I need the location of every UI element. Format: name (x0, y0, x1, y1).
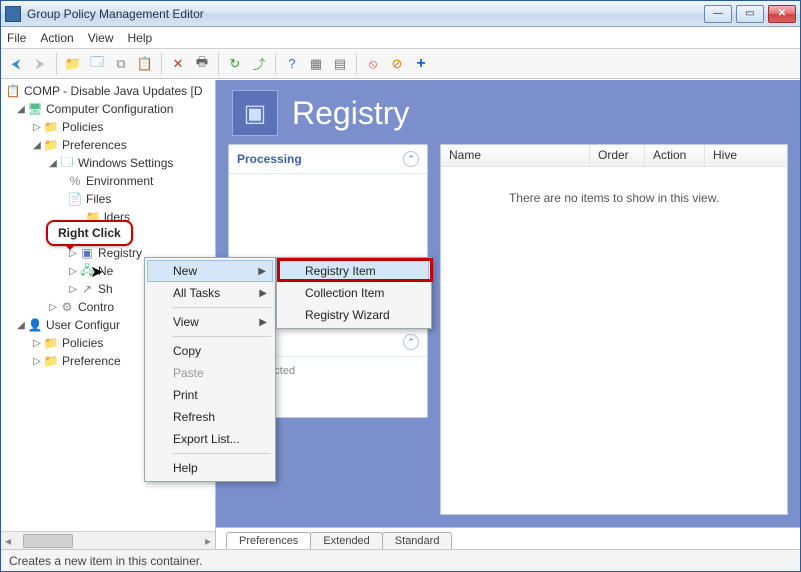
processing-card-title: Processing (237, 152, 302, 166)
ctx-export-list[interactable]: Export List... (147, 428, 273, 450)
menubar: File Action View Help (1, 27, 800, 49)
disable-icon[interactable]: ⊘ (386, 53, 408, 75)
delete-icon[interactable]: ✕ (167, 53, 189, 75)
tree-computer-config[interactable]: ◢🖥Computer Configuration (1, 100, 215, 118)
titlebar: Group Policy Management Editor — ▭ ✕ (1, 1, 800, 27)
ctx-registry-wizard[interactable]: Registry Wizard (279, 304, 429, 326)
export-icon[interactable]: ⤴ (248, 53, 270, 75)
pane-title: Registry (292, 95, 409, 132)
collapse-icon[interactable]: ⌃ (403, 151, 419, 167)
list-header: Name Order Action Hive (441, 145, 787, 167)
tab-preferences[interactable]: Preferences (226, 532, 311, 549)
ctx-refresh[interactable]: Refresh (147, 406, 273, 428)
list-empty-message: There are no items to show in this view. (441, 167, 787, 514)
tree-files[interactable]: 📄Files (1, 190, 215, 208)
tab-extended[interactable]: Extended (310, 532, 382, 549)
ctx-help[interactable]: Help (147, 457, 273, 479)
window-title: Group Policy Management Editor (27, 7, 204, 21)
tab-standard[interactable]: Standard (382, 532, 453, 549)
copy-icon[interactable]: ⧉ (110, 53, 132, 75)
tree-policies[interactable]: ▷📁Policies (1, 118, 215, 136)
collapse-icon[interactable]: ⌃ (403, 334, 419, 350)
new-folder-icon[interactable]: 📁 (62, 53, 84, 75)
close-button[interactable]: ✕ (768, 5, 796, 23)
tree-windows-settings[interactable]: ◢🗔Windows Settings (1, 154, 215, 172)
menu-action[interactable]: Action (40, 31, 73, 45)
col-action[interactable]: Action (645, 145, 705, 166)
help-icon[interactable]: ? (281, 53, 303, 75)
ctx-paste[interactable]: Paste (147, 362, 273, 384)
ctx-new[interactable]: New▶ (147, 260, 273, 282)
ctx-registry-item[interactable]: Registry Item (279, 260, 429, 282)
minimize-button[interactable]: — (704, 5, 732, 23)
col-name[interactable]: Name (441, 145, 590, 166)
toolbar: ⮜ ⮞ 📁 🗔 ⧉ 📋 ✕ 🖶 ↻ ⤴ ? ▦ ▤ ⦸ ⊘ + (1, 49, 800, 79)
status-text: Creates a new item in this container. (9, 554, 202, 568)
list-icon[interactable]: ▤ (329, 53, 351, 75)
tree-horizontal-scrollbar[interactable]: ◂ ▸ (1, 531, 215, 549)
col-hive[interactable]: Hive (705, 145, 787, 166)
scroll-thumb[interactable] (23, 534, 73, 548)
ctx-all-tasks[interactable]: All Tasks▶ (147, 282, 273, 304)
tree-root[interactable]: 📋COMP - Disable Java Updates [D (1, 82, 215, 100)
tree-preferences[interactable]: ◢📁Preferences (1, 136, 215, 154)
annotation-callout: Right Click (46, 220, 133, 246)
context-menu: New▶ All Tasks▶ View▶ Copy Paste Print R… (144, 257, 276, 482)
tabs: Preferences Extended Standard (216, 527, 800, 549)
maximize-button[interactable]: ▭ (736, 5, 764, 23)
tree-environment[interactable]: %Environment (1, 172, 215, 190)
registry-icon: ▣ (232, 90, 278, 136)
grid-icon[interactable]: ▦ (305, 53, 327, 75)
context-submenu-new: Registry Item Collection Item Registry W… (276, 257, 432, 329)
app-icon (5, 6, 21, 22)
ctx-print[interactable]: Print (147, 384, 273, 406)
forward-button[interactable]: ⮞ (29, 53, 51, 75)
col-order[interactable]: Order (590, 145, 645, 166)
ctx-collection-item[interactable]: Collection Item (279, 282, 429, 304)
menu-view[interactable]: View (88, 31, 114, 45)
items-list: Name Order Action Hive There are no item… (440, 144, 788, 515)
add-icon[interactable]: + (410, 53, 432, 75)
menu-file[interactable]: File (7, 31, 26, 45)
ctx-view[interactable]: View▶ (147, 311, 273, 333)
back-button[interactable]: ⮜ (5, 53, 27, 75)
pane-header: ▣ Registry (216, 80, 800, 144)
statusbar: Creates a new item in this container. (1, 549, 800, 571)
print-icon[interactable]: 🖶 (191, 53, 213, 75)
show-window-icon[interactable]: 🗔 (86, 53, 108, 75)
ctx-copy[interactable]: Copy (147, 340, 273, 362)
stop-icon[interactable]: ⦸ (362, 53, 384, 75)
menu-help[interactable]: Help (128, 31, 153, 45)
refresh-icon[interactable]: ↻ (224, 53, 246, 75)
paste-icon[interactable]: 📋 (134, 53, 156, 75)
